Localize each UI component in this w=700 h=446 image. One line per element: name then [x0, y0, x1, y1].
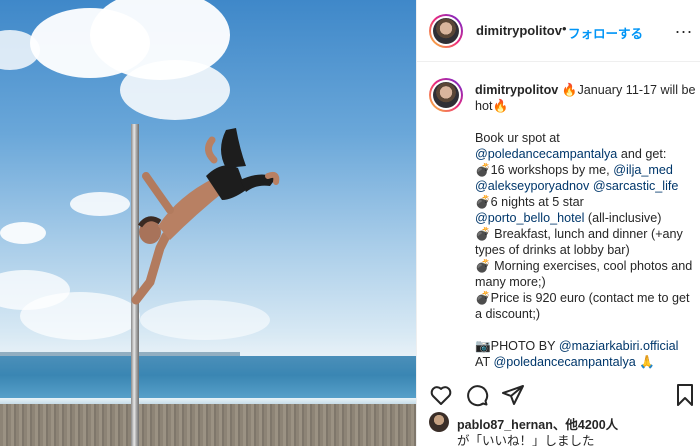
- follow-button[interactable]: フォローする: [568, 23, 643, 42]
- caption-avatar[interactable]: [429, 78, 463, 112]
- caption-area: dimitrypolitov 🔥January 11-17 will be ho…: [417, 62, 700, 370]
- author-avatar[interactable]: [429, 14, 463, 48]
- mention-link[interactable]: @ilja_med: [613, 163, 673, 177]
- paper-plane-icon[interactable]: [501, 383, 525, 407]
- caption-line: Book ur spot at: [475, 131, 560, 145]
- separator-dot: •: [562, 21, 567, 36]
- likes-suffix: が「いいね！」しました: [457, 434, 595, 446]
- caption-line: 🙏: [635, 355, 655, 369]
- comment-icon[interactable]: [465, 383, 489, 407]
- author-username[interactable]: dimitrypolitov: [476, 23, 562, 38]
- caption-line: 📷PHOTO BY: [475, 339, 559, 353]
- pole-dancer: [131, 128, 280, 305]
- mention-link[interactable]: @poledancecampantalya: [493, 355, 635, 369]
- liker-avatar[interactable]: [429, 412, 449, 432]
- post-photo[interactable]: [0, 0, 416, 446]
- caption-line: 💣Price is 920 euro (contact me to get a …: [475, 291, 690, 321]
- bookmark-icon[interactable]: [673, 383, 697, 407]
- caption-text: dimitrypolitov 🔥January 11-17 will be ho…: [475, 82, 697, 370]
- post-actions: [417, 380, 700, 410]
- heart-icon[interactable]: [429, 383, 453, 407]
- caption-line: (all-inclusive): [584, 211, 662, 225]
- mention-link[interactable]: @porto_bello_hotel: [475, 211, 584, 225]
- caption-line: 💣 Breakfast, lunch and dinner (+any type…: [475, 227, 683, 257]
- more-options-icon[interactable]: ...: [675, 18, 693, 36]
- mention-link[interactable]: @sarcastic_life: [593, 179, 679, 193]
- likes-summary: pablo87_hernan、他4200人 が「いいね！」しました: [417, 410, 700, 446]
- mention-link[interactable]: @alekseyporyadnov: [475, 179, 589, 193]
- caption-line: AT: [475, 355, 494, 369]
- mention-link[interactable]: @maziarkabiri.official: [559, 339, 679, 353]
- caption-username[interactable]: dimitrypolitov: [475, 83, 558, 97]
- post-side-panel: dimitrypolitov • フォローする ... dimitrypolit…: [416, 0, 700, 446]
- caption-line: 💣 Morning exercises, cool photos and man…: [475, 259, 693, 289]
- mention-link[interactable]: @poledancecampantalya: [475, 147, 617, 161]
- caption-line: 💣16 workshops by me,: [475, 163, 614, 177]
- caption-line: and get:: [617, 147, 667, 161]
- post-header: dimitrypolitov • フォローする ...: [417, 0, 700, 62]
- caption-line: 💣6 nights at 5 star: [475, 195, 584, 209]
